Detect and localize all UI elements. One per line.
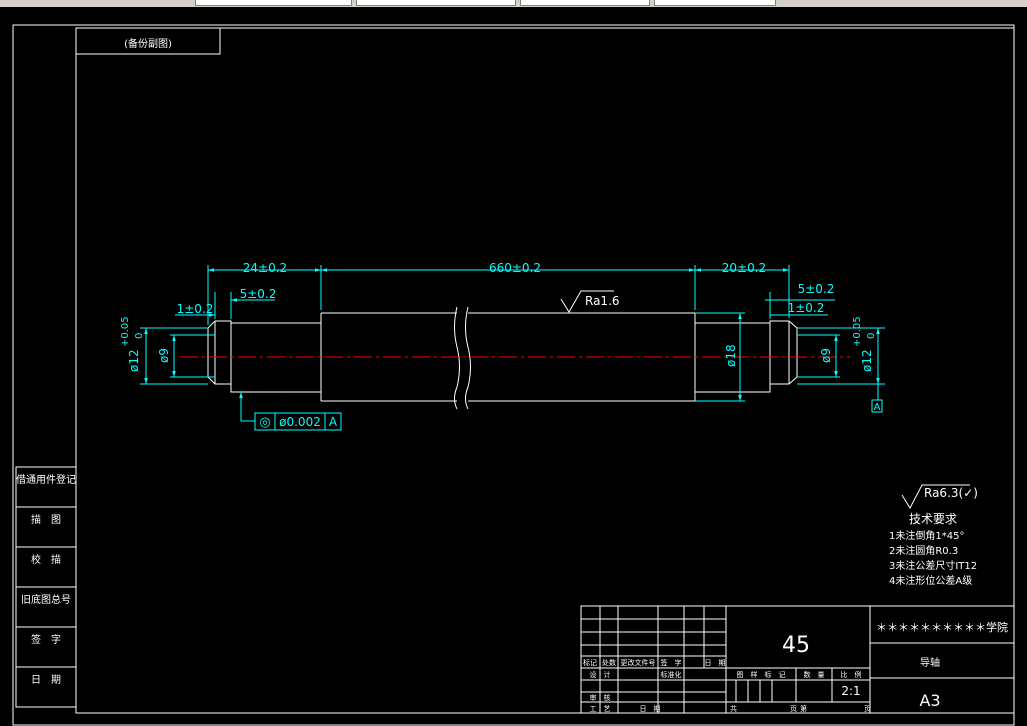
sheet-label: 第 [800, 704, 807, 713]
stage-label: 图 样 标 记 [737, 670, 786, 679]
school-name: ＊＊＊＊＊＊＊＊＊＊学院 [876, 620, 1008, 634]
cad-drawing-canvas[interactable]: (备份副图) 借通用件登记 描 图 校 描 旧底图总号 签 字 日 期 Ra1.… [0, 7, 1027, 726]
datum-tag: A [874, 402, 881, 413]
side-label: 日 期 [31, 674, 61, 686]
header-label: 签 字 [661, 658, 682, 667]
side-label-column: 借通用件登记 描 图 校 描 旧底图总号 签 字 日 期 [16, 473, 76, 686]
roughness-symbols [560, 290, 970, 510]
row-label: 审 核 [590, 693, 611, 702]
dimension-text: 24±0.2 [243, 261, 287, 275]
sheet-label: 共 [730, 704, 737, 713]
side-label: 签 字 [31, 633, 61, 646]
tech-item: 2未注圆角R0.3 [889, 544, 958, 557]
technical-requirements: 技术要求 1未注倒角1*45° 2未注圆角R0.3 3未注公差尺寸IT12 4未… [889, 512, 977, 587]
sheet-label: 页 [790, 705, 797, 713]
toolbar-field[interactable] [195, 0, 352, 6]
backup-drawing-tag: (备份副图) [124, 37, 172, 50]
sheet-format: A3 [919, 691, 940, 710]
tech-item: 4未注形位公差A级 [889, 574, 972, 587]
tolerance-upper: +0.05 [120, 316, 131, 347]
stage-label: 数 量 [804, 670, 825, 679]
row-label: 标准化 [661, 670, 682, 679]
side-label: 描 图 [31, 513, 61, 526]
tolerance-lower: 0 [866, 333, 877, 339]
scale: 2:1 [841, 684, 860, 698]
tech-item: 1未注倒角1*45° [889, 529, 964, 542]
dimension-text: ø18 [724, 344, 738, 367]
header-label: 标记 [583, 658, 597, 667]
toolbar-field[interactable] [520, 0, 650, 6]
header-label: 更改文件号 [621, 658, 656, 667]
dimension-text: 5±0.2 [798, 282, 835, 296]
tech-item: 3未注公差尺寸IT12 [889, 559, 977, 572]
dimension-text: 20±0.2 [722, 261, 766, 275]
dimension-text: 660±0.2 [489, 261, 541, 275]
dimension-text: ø12 [860, 349, 874, 372]
tech-title: 技术要求 [909, 512, 957, 526]
tolerance-upper: +0.05 [852, 316, 863, 347]
coaxiality-symbol: ◎ [259, 415, 270, 430]
shaft-outline [207, 306, 798, 410]
header-label: 日 期 [705, 659, 726, 667]
side-label: 旧底图总号 [21, 593, 71, 606]
material: 45 [782, 633, 810, 658]
side-label: 校 描 [31, 553, 61, 566]
row-label: 设 计 [590, 670, 611, 679]
row-label: 日 期 [640, 705, 661, 713]
drawing-frame [12, 24, 1015, 726]
tolerance-datum: A [329, 415, 338, 429]
tolerance-value: ø0.002 [279, 415, 321, 429]
roughness-general: Ra6.3(✓) [924, 486, 978, 500]
roughness-main: Ra1.6 [585, 294, 620, 308]
toolbar-field[interactable] [654, 0, 776, 6]
dimension-text: 5±0.2 [240, 287, 277, 301]
dimension-text: ø9 [819, 348, 833, 363]
dimension-text: ø9 [157, 348, 171, 363]
toolbar-field[interactable] [356, 0, 516, 6]
dimension-text: 1±0.2 [788, 301, 825, 315]
side-label: 借通用件登记 [16, 473, 76, 486]
stage-label: 比 例 [841, 670, 862, 679]
dimension-text: ø12 [127, 349, 141, 372]
tolerance-lower: 0 [134, 333, 145, 339]
part-name: 导轴 [920, 656, 940, 669]
header-label: 处数 [602, 658, 616, 667]
dimension-text: 1±0.2 [177, 302, 214, 316]
row-label: 工 艺 [590, 705, 611, 713]
application-toolbar [0, 0, 1027, 7]
sheet-label: 页 [864, 705, 871, 713]
